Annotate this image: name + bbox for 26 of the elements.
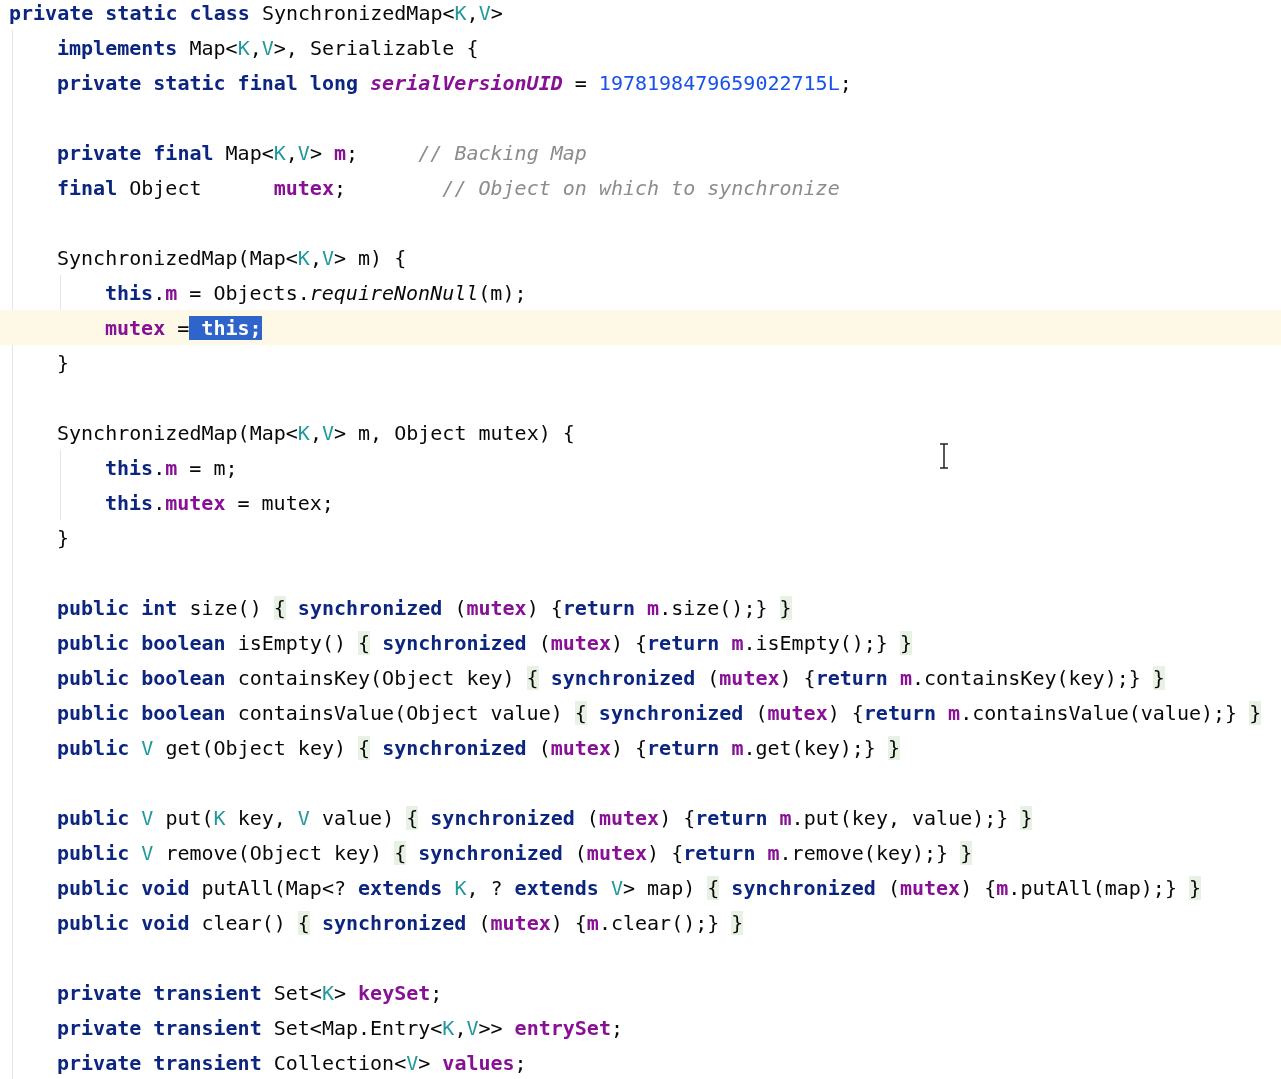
code-line: SynchronizedMap(Map<K,V> m) { [57, 244, 407, 272]
code-line: public boolean isEmpty() { synchronized (mutex) {return m.isEmpty();} } [57, 629, 912, 657]
text-cursor-icon [938, 443, 950, 469]
code-line: final Object mutex; // Object on which to synchronize [57, 174, 840, 202]
code-line: this.m = m; [105, 454, 238, 482]
code-line: public V get(Object key) { synchronized (mutex) {return m.get(key);} } [57, 734, 900, 762]
code-line: public boolean containsValue(Object value) { synchronized (mutex) {return m.containsValue(value);} } [57, 699, 1262, 727]
code-line: mutex = this; [105, 314, 262, 342]
code-line: private transient Set<Map.Entry<K,V>> entrySet; [57, 1014, 623, 1042]
code-line: SynchronizedMap(Map<K,V> m, Object mutex) { [57, 419, 575, 447]
code-line: } [57, 349, 70, 377]
code-line: private transient Set<K> keySet; [57, 979, 443, 1007]
code-line: private final Map<K,V> m; // Backing Map [57, 139, 587, 167]
code-line: public boolean containsKey(Object key) { synchronized (mutex) {return m.containsKey(key);} } [57, 664, 1165, 692]
code-line: this.mutex = mutex; [105, 489, 334, 517]
code-line: } [57, 524, 70, 552]
code-line: private static class SynchronizedMap<K,V> [9, 0, 503, 27]
code-line: public V remove(Object key) { synchronized (mutex) {return m.remove(key);} } [57, 839, 973, 867]
code-line: public int size() { synchronized (mutex) {return m.size();} } [57, 594, 792, 622]
code-line: private transient Collection<V> values; [57, 1049, 527, 1077]
code-line: this.m = Objects.requireNonNull(m); [105, 279, 527, 307]
code-line: public V put(K key, V value) { synchronized (mutex) {return m.put(key, value);} } [57, 804, 1033, 832]
code-line: public void putAll(Map<? extends K, ? extends V> map) { synchronized (mutex) {m.putAll(map);} } [57, 874, 1201, 902]
code-line: private static final long serialVersionUID = 1978198479659022715L; [57, 69, 852, 97]
code-line: implements Map<K,V>, Serializable { [57, 34, 479, 62]
code-line: public void clear() { synchronized (mutex) {m.clear();} } [57, 909, 744, 937]
